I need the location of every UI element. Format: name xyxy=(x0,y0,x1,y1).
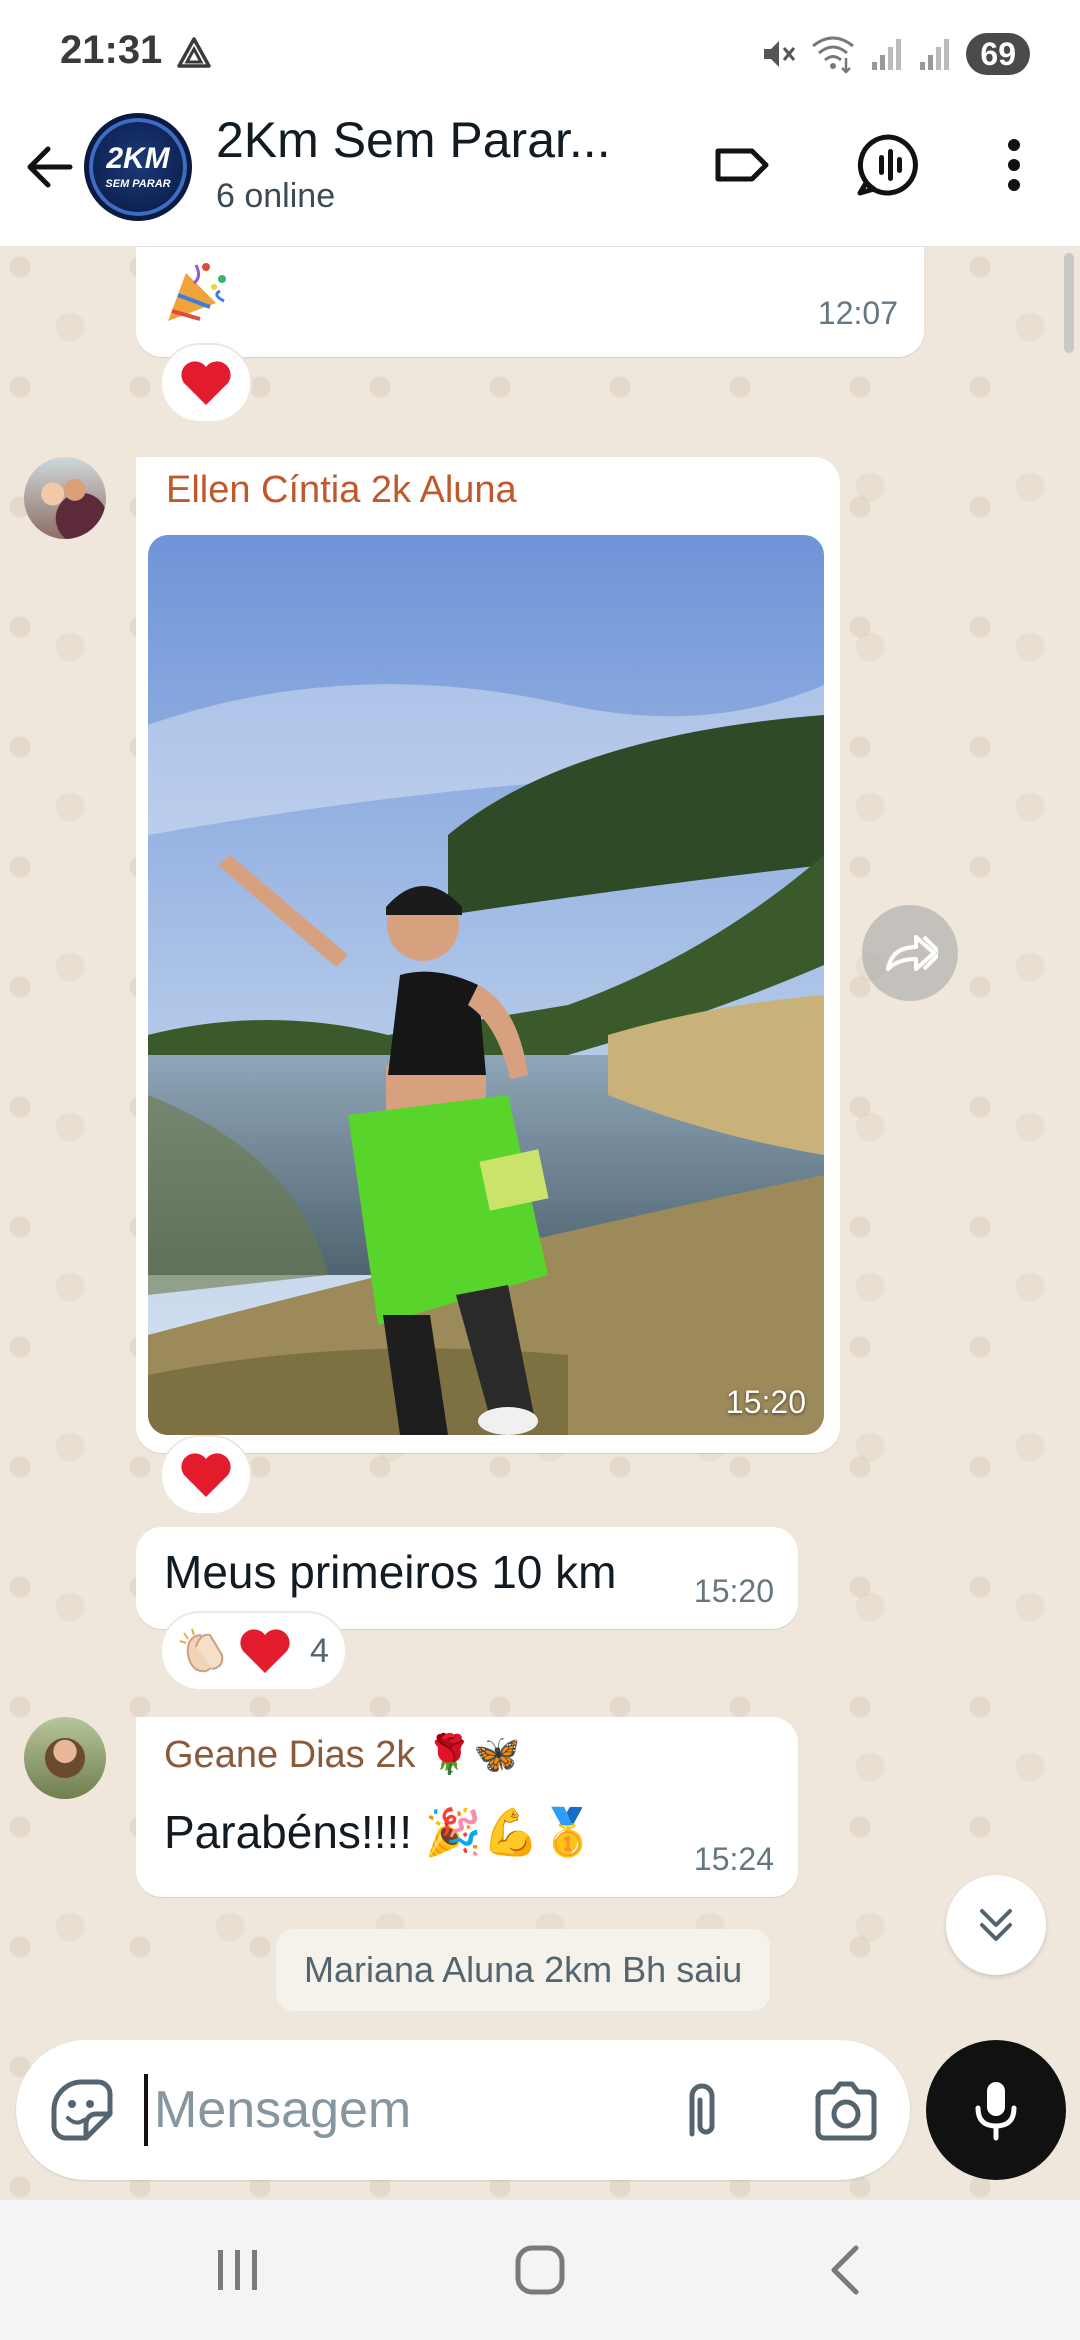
chat-area[interactable]: 12:07 Ellen Cíntia 2k Aluna 15:20 Meus p… xyxy=(0,247,1080,2200)
voice-chat-icon[interactable] xyxy=(852,129,924,201)
party-popper-emoji xyxy=(168,263,226,321)
status-time: 21:31 xyxy=(60,28,163,72)
signal-icon xyxy=(872,39,902,70)
label-icon[interactable] xyxy=(706,129,778,201)
scrollbar[interactable] xyxy=(1064,253,1074,353)
scroll-to-bottom-button[interactable] xyxy=(946,1875,1046,1975)
online-status: 6 online xyxy=(216,177,336,215)
avatar-logo-text: 2KM xyxy=(106,142,170,175)
status-bar: 21:31 69 xyxy=(0,0,1080,105)
photo-time: 15:20 xyxy=(725,1384,806,1420)
attach-icon[interactable] xyxy=(668,2076,736,2144)
message-composer xyxy=(16,2040,910,2180)
clapping-hands-emoji xyxy=(179,1628,224,1673)
group-avatar[interactable]: 2KM SEM PARAR xyxy=(84,113,192,221)
chevrons-down-icon xyxy=(980,1909,1012,1941)
message-input[interactable] xyxy=(154,2068,554,2152)
more-vertical-icon[interactable] xyxy=(994,129,1034,201)
voice-record-button[interactable] xyxy=(926,2040,1066,2180)
home-icon[interactable] xyxy=(510,2240,570,2300)
heart-emoji xyxy=(240,1629,290,1673)
message-time: 15:24 xyxy=(693,1841,774,1877)
wifi-icon xyxy=(812,36,855,74)
sender-avatar[interactable] xyxy=(24,1717,106,1799)
forward-icon xyxy=(886,935,938,971)
message-time: 12:07 xyxy=(817,295,898,331)
signal-icon-2 xyxy=(920,39,950,70)
heart-emoji xyxy=(181,1453,231,1497)
message-text: Meus primeiros 10 km xyxy=(164,1546,617,1598)
camera-icon[interactable] xyxy=(810,2076,882,2144)
reaction-pill[interactable] xyxy=(160,343,252,423)
sticker-icon[interactable] xyxy=(46,2074,118,2146)
chat-header: 2KM SEM PARAR 2Km Sem Parar... 6 online xyxy=(0,105,1080,247)
status-icons: 69 xyxy=(760,30,1030,78)
sender-name: Ellen Cíntia 2k Aluna xyxy=(166,469,517,511)
photo-image xyxy=(148,535,824,1435)
drive-icon xyxy=(177,37,211,68)
sender-avatar[interactable] xyxy=(24,457,106,539)
battery-level: 69 xyxy=(966,33,1030,75)
message-photo[interactable]: 15:20 xyxy=(148,535,824,1435)
sender-name: Geane Dias 2k 🌹🦋 xyxy=(164,1734,521,1776)
system-message: Mariana Aluna 2km Bh saiu xyxy=(276,1929,771,2011)
message-text: Parabéns!!!! 🎉💪🥇 xyxy=(164,1806,597,1858)
reaction-pill[interactable] xyxy=(160,1435,252,1515)
message-time: 15:20 xyxy=(693,1573,774,1609)
reaction-count: 4 xyxy=(310,1631,329,1670)
mic-icon xyxy=(975,2082,1017,2141)
back-icon[interactable] xyxy=(816,2240,876,2300)
mute-icon xyxy=(764,41,796,67)
forward-button[interactable] xyxy=(862,905,958,1001)
system-nav-bar xyxy=(0,2200,1080,2340)
chat-title[interactable]: 2Km Sem Parar... xyxy=(216,111,636,169)
text-cursor xyxy=(144,2074,148,2146)
recents-icon[interactable] xyxy=(208,2240,268,2300)
reaction-pill[interactable]: 4 xyxy=(160,1611,347,1691)
avatar-logo-subtext: SEM PARAR xyxy=(105,178,171,190)
heart-emoji xyxy=(181,361,231,405)
text-message-bubble[interactable]: Geane Dias 2k 🌹🦋 Parabéns!!!! 🎉💪🥇 15:24 xyxy=(136,1717,798,1897)
back-arrow-icon[interactable] xyxy=(22,139,78,195)
message-bubble-party[interactable]: 12:07 xyxy=(136,247,924,357)
